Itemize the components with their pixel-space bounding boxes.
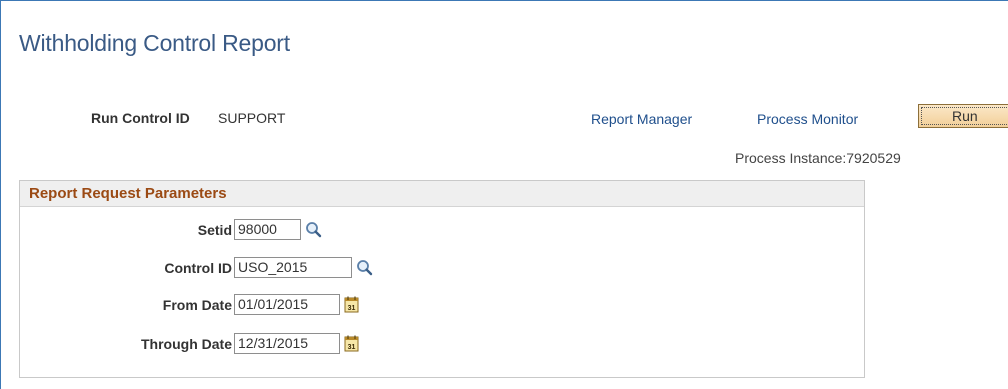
through-date-label: Through Date xyxy=(141,336,232,352)
svg-text:31: 31 xyxy=(348,344,356,351)
through-date-input[interactable]: 12/31/2015 xyxy=(234,333,340,354)
magnifier-icon xyxy=(357,260,373,276)
through-date-calendar-icon[interactable]: 31 xyxy=(344,335,359,357)
from-date-calendar-icon[interactable]: 31 xyxy=(344,296,359,318)
setid-row: Setid 98000 xyxy=(20,219,866,241)
from-date-input[interactable]: 01/01/2015 xyxy=(234,294,340,315)
process-monitor-link[interactable]: Process Monitor xyxy=(757,111,858,127)
calendar-icon: 31 xyxy=(344,296,359,313)
control-id-input[interactable]: USO_2015 xyxy=(234,257,352,278)
run-button[interactable]: Run xyxy=(918,104,1008,128)
report-manager-link[interactable]: Report Manager xyxy=(591,111,692,127)
from-date-label: From Date xyxy=(162,297,232,313)
group-header: Report Request Parameters xyxy=(20,181,864,207)
setid-input[interactable]: 98000 xyxy=(234,219,301,240)
control-id-label: Control ID xyxy=(164,260,232,276)
control-id-lookup-icon[interactable] xyxy=(356,259,373,281)
calendar-icon: 31 xyxy=(344,335,359,352)
control-id-row: Control ID USO_2015 xyxy=(20,257,866,279)
run-control-id-label: Run Control ID xyxy=(91,110,190,126)
setid-label: Setid xyxy=(197,222,232,238)
through-date-row: Through Date 12/31/2015 31 xyxy=(20,333,866,355)
magnifier-icon xyxy=(306,222,322,238)
setid-lookup-icon[interactable] xyxy=(305,221,322,243)
report-request-parameters-group: Report Request Parameters Setid 98000 Co… xyxy=(19,180,865,378)
svg-text:31: 31 xyxy=(348,305,356,312)
run-control-id-value: SUPPORT xyxy=(218,110,286,126)
process-instance-text: Process Instance:7920529 xyxy=(735,150,901,166)
from-date-row: From Date 01/01/2015 31 xyxy=(20,294,866,316)
page-title: Withholding Control Report xyxy=(19,30,290,56)
page-frame: Withholding Control Report Run Control I… xyxy=(0,0,1008,389)
